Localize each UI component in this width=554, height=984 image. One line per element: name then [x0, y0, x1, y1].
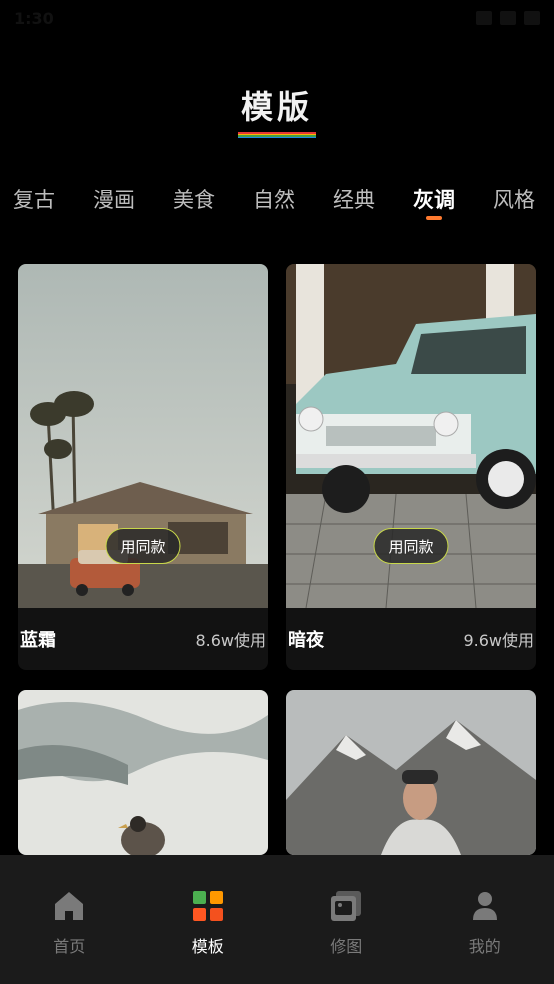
use-template-button[interactable]: 用同款 [105, 528, 181, 564]
tab-food[interactable]: 美食 [173, 184, 215, 214]
template-card[interactable]: 用同款 蓝霜 8.6w使用 [18, 264, 268, 670]
tab-nature[interactable]: 自然 [253, 184, 295, 214]
template-preview-image [18, 690, 268, 855]
card-info: 蓝霜 8.6w使用 [18, 608, 268, 670]
template-name: 蓝霜 [20, 630, 56, 651]
template-preview-image: 用同款 [286, 264, 536, 608]
title-rainbow-underline [238, 132, 316, 138]
template-name: 暗夜 [288, 630, 324, 651]
status-bar: 1:30 [0, 0, 554, 36]
tab-label: 经典 [333, 188, 375, 212]
bird-scene-image [18, 690, 268, 855]
signal-icon [500, 11, 516, 25]
tab-classic[interactable]: 经典 [333, 184, 375, 214]
tab-gray-tone[interactable]: 灰调 [413, 184, 455, 220]
wifi-icon [476, 11, 492, 25]
nav-label: 首页 [53, 937, 86, 956]
nav-template[interactable]: 模板 [139, 855, 278, 984]
tab-label: 复古 [13, 188, 55, 212]
nav-label: 我的 [468, 937, 501, 956]
template-card[interactable] [18, 690, 268, 855]
photo-edit-icon [331, 891, 362, 921]
nav-label: 模板 [191, 937, 224, 956]
tab-label: 自然 [253, 188, 295, 212]
template-card[interactable] [286, 690, 536, 855]
template-preview-image [286, 690, 536, 855]
use-template-button[interactable]: 用同款 [373, 528, 449, 564]
tab-label: 风格 [493, 188, 535, 212]
tab-retro[interactable]: 复古 [13, 184, 55, 214]
tab-label: 美食 [173, 188, 215, 212]
tab-label: 漫画 [93, 188, 135, 212]
profile-icon [472, 892, 497, 920]
template-grid-icon [192, 891, 223, 921]
template-usage-count: 9.6w使用 [463, 631, 534, 650]
nav-label: 修图 [330, 937, 363, 956]
tab-comic[interactable]: 漫画 [93, 184, 135, 214]
template-card[interactable]: 用同款 暗夜 9.6w使用 [286, 264, 536, 670]
tab-label: 灰调 [413, 188, 455, 212]
nav-home[interactable]: 首页 [0, 855, 139, 984]
status-time: 1:30 [14, 8, 54, 28]
page-title: 模版 [240, 88, 313, 126]
template-usage-count: 8.6w使用 [195, 631, 266, 650]
status-icons [476, 11, 540, 25]
header: 模版 [0, 82, 554, 138]
mountain-portrait-image [286, 690, 536, 855]
nav-profile[interactable]: 我的 [416, 855, 554, 984]
home-icon [55, 892, 84, 920]
category-tabs: 复古 漫画 美食 自然 经典 灰调 风格 [0, 184, 554, 224]
bottom-navigation: 首页 模板 修图 我的 [0, 855, 554, 984]
template-preview-image: 用同款 [18, 264, 268, 608]
active-tab-indicator [426, 216, 442, 220]
card-info: 暗夜 9.6w使用 [286, 608, 536, 670]
nav-photo-edit[interactable]: 修图 [277, 855, 416, 984]
battery-icon [524, 11, 540, 25]
tab-style[interactable]: 风格 [493, 184, 535, 214]
